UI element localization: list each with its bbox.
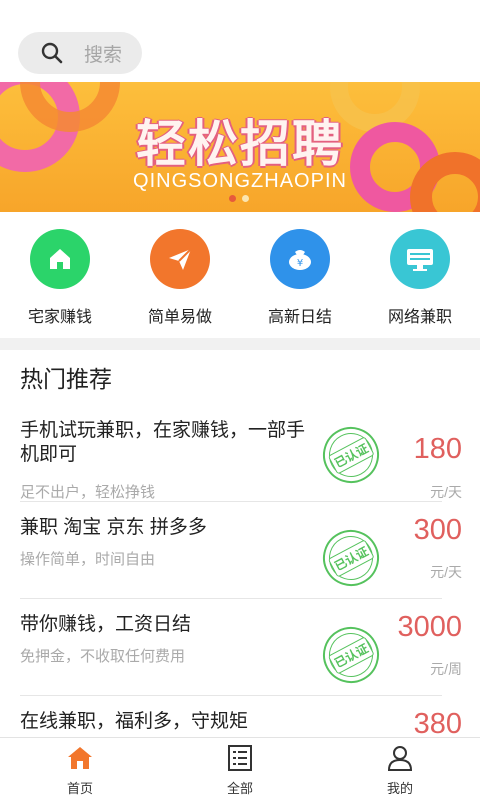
category-easy[interactable]: 简单易做 <box>120 212 240 338</box>
job-title: 兼职 淘宝 京东 拼多多 <box>20 517 207 538</box>
job-title: 手机试玩兼职，在家赚钱，一部手机即可 <box>20 420 306 465</box>
tab-label: 全部 <box>226 781 253 796</box>
category-label: 高新日结 <box>267 309 332 326</box>
svg-text:¥: ¥ <box>297 258 303 269</box>
section-title-hot: 热门推荐 <box>20 366 112 392</box>
tab-mine[interactable]: 我的 <box>320 738 480 800</box>
job-subtitle: 足不出户，轻松挣钱 <box>20 484 156 501</box>
banner-subtitle: QINGSONGZHAOPIN <box>133 170 347 192</box>
job-price-unit: 元/天 <box>430 564 462 580</box>
job-subtitle: 操作简单，时间自由 <box>20 551 156 568</box>
list-icon <box>228 745 252 771</box>
user-icon <box>387 746 413 771</box>
home-icon <box>30 229 90 289</box>
job-list: 手机试玩兼职，在家赚钱，一部手机即可 足不出户，轻松挣钱 已认证 180 元/天… <box>0 405 480 793</box>
carousel-dots <box>229 195 249 202</box>
category-grid: 宅家赚钱 简单易做 ¥ 高新日结 网络兼职 <box>0 212 480 338</box>
job-price-unit: 元/周 <box>430 661 462 677</box>
category-label: 宅家赚钱 <box>27 309 92 326</box>
job-price: 3000 <box>397 611 462 643</box>
job-list-item[interactable]: 手机试玩兼职，在家赚钱，一部手机即可 足不出户，轻松挣钱 已认证 180 元/天 <box>20 405 462 502</box>
banner-title: 轻松招聘 <box>136 116 344 172</box>
search-placeholder: 搜索 <box>84 44 123 66</box>
banner-carousel[interactable]: 轻松招聘 QINGSONGZHAOPIN <box>0 82 480 212</box>
tab-all[interactable]: 全部 <box>160 738 320 800</box>
job-title: 带你赚钱，工资日结 <box>20 614 192 635</box>
category-label: 简单易做 <box>147 309 212 326</box>
carousel-dot[interactable] <box>242 195 249 202</box>
home-tab-icon <box>68 747 92 769</box>
job-subtitle: 免押金，不收取任何费用 <box>20 648 186 665</box>
category-online[interactable]: 网络兼职 <box>360 212 480 338</box>
header: 搜索 <box>0 0 480 82</box>
job-price: 180 <box>413 433 462 465</box>
category-label: 网络兼职 <box>387 309 452 326</box>
search-bar[interactable]: 搜索 <box>18 32 142 74</box>
job-title: 在线兼职，福利多，守规矩 <box>20 711 249 732</box>
search-icon <box>41 42 63 64</box>
category-daily-pay[interactable]: ¥ 高新日结 <box>240 212 360 338</box>
tab-label: 首页 <box>66 781 93 796</box>
tab-home[interactable]: 首页 <box>0 738 160 800</box>
job-list-item[interactable]: 带你赚钱，工资日结 免押金，不收取任何费用 已认证 3000 元/周 <box>20 599 462 696</box>
bottom-tab-bar: 首页 全部 我的 <box>0 737 480 800</box>
monitor-icon <box>390 229 450 289</box>
paper-plane-icon <box>150 229 210 289</box>
carousel-dot-active[interactable] <box>229 195 236 202</box>
money-bag-icon: ¥ <box>270 229 330 289</box>
category-home-earning[interactable]: 宅家赚钱 <box>0 212 120 338</box>
job-price-unit: 元/天 <box>430 484 462 500</box>
job-list-item[interactable]: 兼职 淘宝 京东 拼多多 操作简单，时间自由 已认证 300 元/天 <box>20 502 462 599</box>
tab-label: 我的 <box>386 781 413 796</box>
job-price: 300 <box>413 514 462 546</box>
section-divider <box>0 338 480 350</box>
